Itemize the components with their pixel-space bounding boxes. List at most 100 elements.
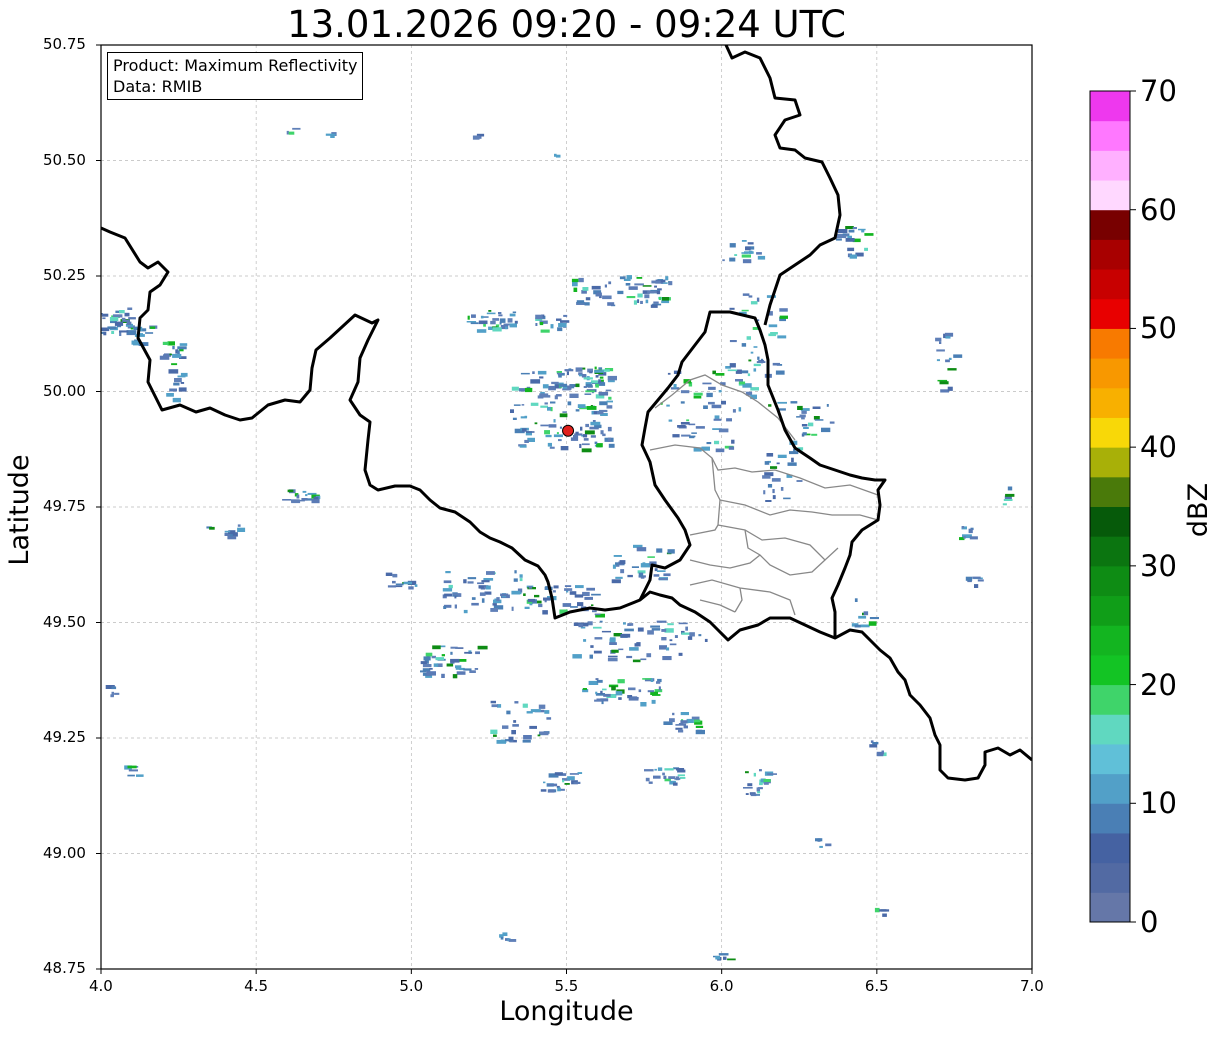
echo-pixel xyxy=(580,426,583,431)
echo-pixel xyxy=(584,430,595,435)
echo-pixel xyxy=(564,588,573,591)
echo-pixel xyxy=(568,368,572,370)
echo-pixel xyxy=(512,592,522,595)
product-info-box: Product: Maximum Reflectivity Data: RMIB xyxy=(107,52,364,100)
echo-pixel xyxy=(539,376,544,379)
echo-pixel xyxy=(607,302,615,306)
echo-pixel xyxy=(539,322,544,326)
echo-pixel xyxy=(595,678,599,680)
x-tick-label: 5.0 xyxy=(399,977,424,995)
echo-pixel xyxy=(466,321,477,323)
echo-pixel xyxy=(680,401,685,404)
data-source-label: Data: RMIB xyxy=(113,77,203,96)
echo-pixel xyxy=(796,480,803,482)
echo-pixel xyxy=(640,300,643,304)
echo-pixel xyxy=(169,388,177,392)
echo-pixel xyxy=(628,286,638,290)
echo-pixel xyxy=(664,768,674,771)
echo-pixel xyxy=(282,499,292,501)
echo-pixel xyxy=(748,250,753,254)
echo-pixel xyxy=(768,404,772,407)
echo-pixel xyxy=(545,434,552,438)
echo-pixel xyxy=(680,422,690,425)
echo-pixel xyxy=(668,281,673,286)
echo-pixel xyxy=(718,428,729,433)
echo-pixel xyxy=(656,620,667,623)
echo-pixel xyxy=(974,584,979,588)
x-tick-label: 7.0 xyxy=(1020,977,1044,995)
echo-pixel xyxy=(680,720,688,724)
echo-pixel xyxy=(230,534,233,537)
echo-pixel xyxy=(471,602,479,606)
echo-pixel xyxy=(109,317,119,322)
echo-pixel xyxy=(680,390,690,394)
echo-pixel xyxy=(745,771,749,774)
echo-pixel xyxy=(445,571,451,574)
echo-pixel xyxy=(698,634,702,637)
echo-pixel xyxy=(502,725,509,729)
echo-pixel xyxy=(860,624,870,628)
echo-pixel xyxy=(617,679,625,684)
echo-pixel xyxy=(508,736,514,741)
echo-pixel xyxy=(467,315,470,320)
echo-pixel xyxy=(618,648,624,651)
echo-pixel xyxy=(608,281,612,285)
echo-pixel xyxy=(464,651,473,654)
echo-pixel xyxy=(728,446,735,450)
echo-pixel xyxy=(595,383,599,388)
echo-pixel xyxy=(556,432,559,435)
echo-pixel xyxy=(463,609,468,614)
echo-pixel xyxy=(640,563,650,568)
echo-pixel xyxy=(611,686,616,691)
echo-pixel xyxy=(607,375,617,381)
echo-pixel xyxy=(485,585,491,590)
echo-pixel xyxy=(803,427,809,429)
echo-pixel xyxy=(729,257,736,262)
echo-pixel xyxy=(770,466,778,469)
echo-pixel xyxy=(145,332,154,334)
echo-pixel xyxy=(550,401,556,404)
echo-pixel xyxy=(645,777,650,782)
colorbar-segment xyxy=(1090,328,1130,359)
echo-pixel xyxy=(668,776,676,779)
echo-pixel xyxy=(471,597,476,600)
echo-pixel xyxy=(524,387,533,393)
echo-pixel xyxy=(619,276,626,280)
echo-pixel xyxy=(128,769,138,772)
echo-pixel xyxy=(534,422,538,425)
echo-pixel xyxy=(296,494,300,499)
echo-pixels xyxy=(101,127,1015,961)
echo-pixel xyxy=(812,406,821,409)
echo-pixel xyxy=(433,663,439,667)
echo-pixel xyxy=(441,654,445,657)
echo-pixel xyxy=(591,593,601,596)
echo-pixel xyxy=(653,301,659,304)
echo-pixel xyxy=(882,913,887,917)
echo-pixel xyxy=(953,354,963,358)
echo-pixel xyxy=(863,611,869,616)
echo-pixel xyxy=(808,422,814,427)
echo-pixel xyxy=(586,406,597,410)
echo-pixel xyxy=(772,495,776,500)
colorbar-segment xyxy=(1090,476,1130,507)
echo-pixel xyxy=(776,462,780,465)
echo-pixel xyxy=(936,359,940,362)
echo-pixel xyxy=(483,316,489,318)
echo-pixel xyxy=(858,615,867,619)
echo-pixel xyxy=(637,627,644,632)
echo-pixel xyxy=(511,606,514,611)
echo-pixel xyxy=(592,610,597,613)
echo-pixel xyxy=(693,395,702,399)
colorbar-segment xyxy=(1090,506,1130,537)
echo-pixel xyxy=(519,574,523,578)
colorbar-segment xyxy=(1090,91,1130,122)
echo-pixel xyxy=(553,434,563,438)
echo-pixel xyxy=(763,490,766,495)
echo-pixel xyxy=(615,691,623,696)
echo-pixel xyxy=(583,639,587,642)
echo-pixel xyxy=(757,791,761,794)
echo-pixel xyxy=(313,496,319,500)
echo-pixel xyxy=(519,578,523,582)
echo-pixel xyxy=(513,720,517,723)
echo-pixel xyxy=(111,331,115,334)
